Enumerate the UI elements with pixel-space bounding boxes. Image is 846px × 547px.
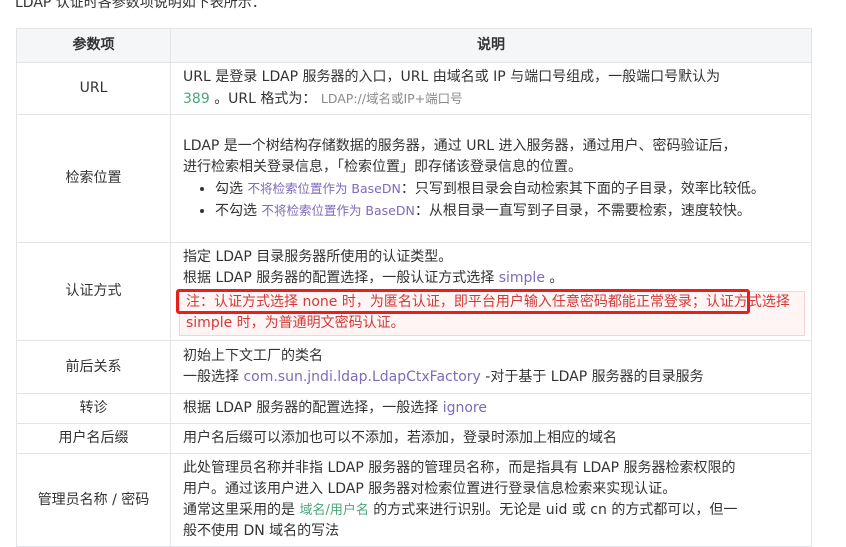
url-desc-line1: URL 是登录 LDAP 服务器的入口，URL 由域名或 IP 与端口号组成，一… xyxy=(183,69,721,85)
param-name-auth: 认证方式 xyxy=(16,242,171,341)
opt1-text: ：只写到根目录会自动检索其下面的子目录，效率比较低。 xyxy=(400,180,765,197)
param-desc-auth: 指定 LDAP 目录服务器所使用的认证类型。 根据 LDAP 服务器的配置选择，… xyxy=(170,242,812,341)
admin-desc-line4: 般不使用 DN 域名的写法 xyxy=(183,523,340,539)
auth-note: 注：认证方式选择 none 时，为匿名认证，即平台用户输入任意密码都能正常登录；… xyxy=(176,289,805,336)
opt1-prefix: 勾选 xyxy=(215,180,243,197)
param-desc-suffix: 用户名后缀可以添加也可以不添加，若添加，登录时添加上相应的域名 xyxy=(170,423,812,454)
opt2-prefix: 不勾选 xyxy=(215,202,257,219)
param-desc-url: URL 是登录 LDAP 服务器的入口，URL 由域名或 IP 与端口号组成，一… xyxy=(170,62,812,115)
header-desc: 说明 xyxy=(170,28,812,63)
table-row-url: URL URL 是登录 LDAP 服务器的入口，URL 由域名或 IP 与端口号… xyxy=(16,62,812,115)
context-line2-prefix: 一般选择 xyxy=(183,369,239,385)
param-name-suffix: 用户名后缀 xyxy=(16,423,171,454)
table-row-referral: 转诊 根据 LDAP 服务器的配置选择，一般选择 ignore xyxy=(16,393,812,424)
param-name-context: 前后关系 xyxy=(16,340,171,394)
auth-line2-prefix: 根据 LDAP 服务器的配置选择，一般认证方式选择 xyxy=(183,270,495,286)
table-row-context: 前后关系 初始上下文工厂的类名 一般选择 com.sun.jndi.ldap.L… xyxy=(16,340,812,394)
admin-line3-code: 域名/用户名 xyxy=(299,503,369,518)
auth-line2-suffix: 。 xyxy=(549,270,564,286)
table-row-auth: 认证方式 指定 LDAP 目录服务器所使用的认证类型。 根据 LDAP 服务器的… xyxy=(16,242,812,341)
search-desc-line1: LDAP 是一个树结构存储数据的服务器，通过 URL 进入服务器，通过用户、密码… xyxy=(183,137,737,154)
param-name-admin: 管理员名称 / 密码 xyxy=(16,453,171,547)
context-line2-code: com.sun.jndi.ldap.LdapCtxFactory xyxy=(243,369,481,385)
table-header-row: 参数项 说明 xyxy=(16,28,812,63)
admin-line3-prefix: 通常这里采用的是 xyxy=(183,502,295,518)
header-param: 参数项 xyxy=(16,28,171,63)
url-port: 389 xyxy=(183,91,210,107)
search-desc-line2: 进行检索相关登录信息，「检索位置」即存储该登录信息的位置。 xyxy=(183,158,582,175)
admin-desc-line1: 此处管理员名称并非指 LDAP 服务器的管理员名称，而是指具有 LDAP 服务器… xyxy=(183,460,736,476)
search-option-unchecked: 不勾选 不将检索位置作为 BaseDN：从根目录一直写到子目录，不需要检索，速度… xyxy=(215,200,803,222)
context-line2-suffix: -对于基于 LDAP 服务器的目录服务 xyxy=(485,369,704,385)
intro-text: LDAP 认证时各参数项说明如下表所示： xyxy=(15,0,266,11)
auth-note-part1: 注：认证方式选择 none 时，为匿名认证，即平台用户输入任意密码都能正常登录； xyxy=(186,294,706,310)
auth-desc-line1: 指定 LDAP 目录服务器所使用的认证类型。 xyxy=(183,249,453,265)
referral-text-prefix: 根据 LDAP 服务器的配置选择，一般选择 xyxy=(183,400,439,416)
url-desc-line2: 389 。URL 格式为： LDAP://域名或IP+端口号 xyxy=(183,88,803,110)
param-name-referral: 转诊 xyxy=(16,393,171,424)
referral-code: ignore xyxy=(442,400,487,416)
search-options-list: 勾选 不将检索位置作为 BaseDN：只写到根目录会自动检索其下面的子目录，效率… xyxy=(183,178,803,222)
param-desc-search: LDAP 是一个树结构存储数据的服务器，通过 URL 进入服务器，通过用户、密码… xyxy=(170,114,812,243)
admin-line3-suffix: 的方式来进行识别。无论是 uid 或 cn 的方式都可以，但一 xyxy=(373,502,738,518)
param-desc-context: 初始上下文工厂的类名 一般选择 com.sun.jndi.ldap.LdapCt… xyxy=(170,340,812,394)
admin-desc-line2: 用户。通过该用户进入 LDAP 服务器对检索位置进行登录信息检索来实现认证。 xyxy=(183,481,677,497)
table-row-search: 检索位置 LDAP 是一个树结构存储数据的服务器，通过 URL 进入服务器，通过… xyxy=(16,114,812,243)
param-desc-admin: 此处管理员名称并非指 LDAP 服务器的管理员名称，而是指具有 LDAP 服务器… xyxy=(170,453,812,547)
search-option-checked: 勾选 不将检索位置作为 BaseDN：只写到根目录会自动检索其下面的子目录，效率… xyxy=(215,178,803,200)
param-name-search: 检索位置 xyxy=(16,114,171,243)
url-format-value: LDAP://域名或IP+端口号 xyxy=(320,91,463,106)
url-format-prefix: 。URL 格式为： xyxy=(214,91,317,107)
param-desc-referral: 根据 LDAP 服务器的配置选择，一般选择 ignore xyxy=(170,393,812,424)
context-desc-line2: 一般选择 com.sun.jndi.ldap.LdapCtxFactory -对… xyxy=(183,367,803,388)
table-row-suffix: 用户名后缀 用户名后缀可以添加也可以不添加，若添加，登录时添加上相应的域名 xyxy=(16,423,812,454)
opt2-code: 不将检索位置作为 BaseDN xyxy=(261,202,415,218)
auth-line2-code: simple xyxy=(498,270,545,286)
param-name-url: URL xyxy=(16,62,171,115)
admin-desc-line3: 通常这里采用的是 域名/用户名 的方式来进行识别。无论是 uid 或 cn 的方… xyxy=(183,500,803,521)
table-row-admin: 管理员名称 / 密码 此处管理员名称并非指 LDAP 服务器的管理员名称，而是指… xyxy=(16,453,812,547)
opt1-code: 不将检索位置作为 BaseDN xyxy=(247,180,401,196)
auth-desc-line2: 根据 LDAP 服务器的配置选择，一般认证方式选择 simple 。 xyxy=(183,268,803,289)
context-desc-line1: 初始上下文工厂的类名 xyxy=(183,348,323,364)
opt2-text: ：从根目录一直写到子目录，不需要检索，速度较快。 xyxy=(414,202,751,219)
params-table: 参数项 说明 URL URL 是登录 LDAP 服务器的入口，URL 由域名或 … xyxy=(16,28,812,547)
